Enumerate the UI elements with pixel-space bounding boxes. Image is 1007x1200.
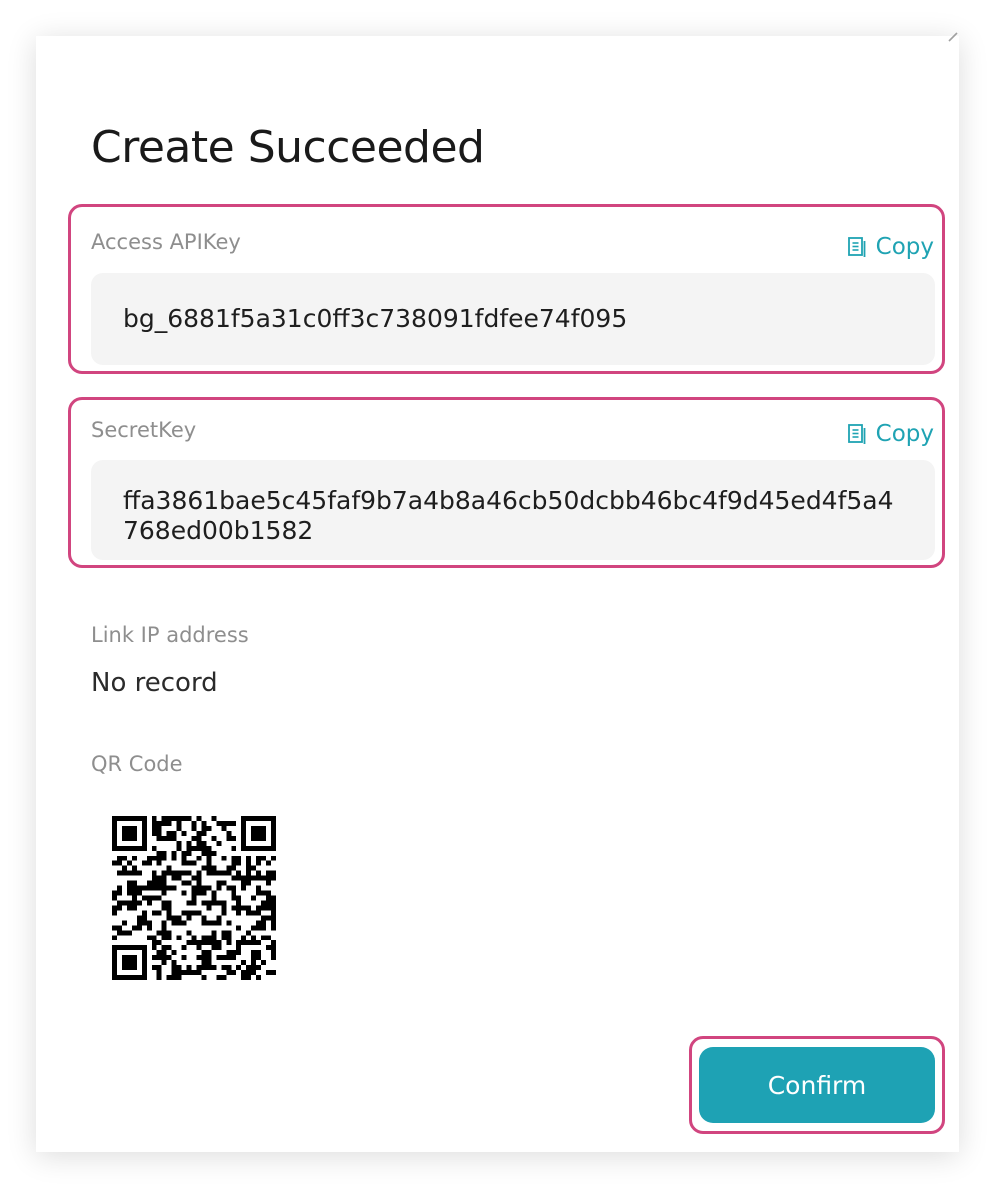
copy-access-key-button[interactable]: Copy xyxy=(846,234,934,260)
clipboard-icon xyxy=(846,423,868,445)
qr-code-image xyxy=(112,816,276,980)
copy-secret-key-label: Copy xyxy=(875,421,934,447)
qr-code-label: QR Code xyxy=(91,752,183,776)
confirm-button[interactable]: Confirm xyxy=(699,1047,935,1123)
secret-key-label: SecretKey xyxy=(91,418,197,442)
access-key-value: bg_6881f5a31c0ff3c738091fdfee74f095 xyxy=(91,273,935,365)
link-ip-label: Link IP address xyxy=(91,623,249,647)
copy-access-key-label: Copy xyxy=(875,234,934,260)
access-key-label: Access APIKey xyxy=(91,230,241,254)
clipboard-icon xyxy=(846,236,868,258)
link-ip-value: No record xyxy=(91,668,218,698)
close-icon[interactable] xyxy=(946,30,960,44)
copy-secret-key-button[interactable]: Copy xyxy=(846,421,934,447)
secret-key-value: ffa3861bae5c45faf9b7a4b8a46cb50dcbb46bc4… xyxy=(91,460,935,560)
dialog-title: Create Succeeded xyxy=(91,122,485,173)
